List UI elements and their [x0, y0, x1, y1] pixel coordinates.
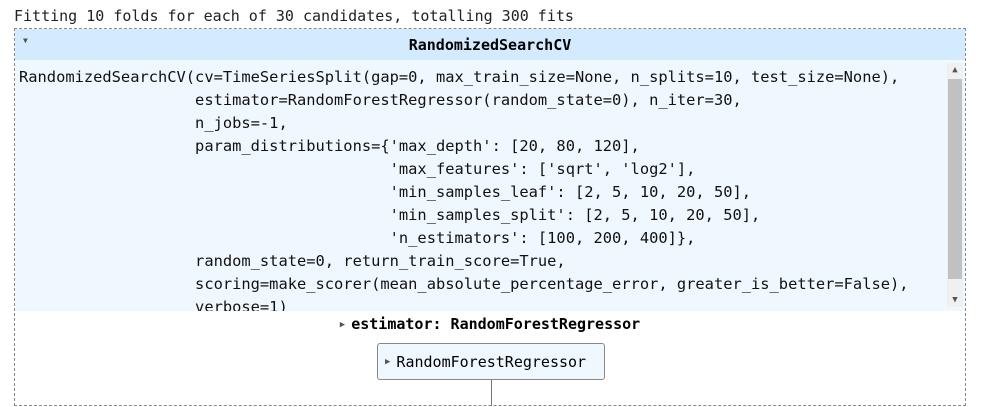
scroll-down-arrow-icon[interactable]: ▼ — [947, 293, 963, 307]
sub-estimator-label[interactable]: ▶ estimator: RandomForestRegressor — [15, 315, 965, 333]
randomizedsearchcv-header[interactable]: ▼ RandomizedSearchCV — [15, 29, 965, 60]
params-scrollbar[interactable]: ▲ ▼ — [947, 63, 963, 307]
scroll-thumb[interactable] — [948, 79, 962, 279]
triangle-down-icon: ▼ — [23, 36, 28, 45]
header-title: RandomizedSearchCV — [408, 35, 572, 54]
random-forest-regressor-button[interactable]: ▶ RandomForestRegressor — [377, 343, 605, 380]
estimator-diagram: ▼ RandomizedSearchCV RandomizedSearchCV(… — [14, 28, 966, 406]
connector-line — [491, 380, 492, 406]
random-forest-regressor-label: RandomForestRegressor — [396, 352, 587, 371]
fit-log-line: Fitting 10 folds for each of 30 candidat… — [14, 7, 574, 25]
sub-estimator-label-text: estimator: RandomForestRegressor — [351, 315, 641, 333]
triangle-right-icon: ▶ — [385, 356, 391, 367]
triangle-right-icon: ▶ — [339, 320, 346, 330]
params-text: RandomizedSearchCV(cv=TimeSeriesSplit(ga… — [19, 68, 909, 311]
scroll-up-arrow-icon[interactable]: ▲ — [947, 63, 963, 77]
params-panel: RandomizedSearchCV(cv=TimeSeriesSplit(ga… — [15, 60, 965, 311]
